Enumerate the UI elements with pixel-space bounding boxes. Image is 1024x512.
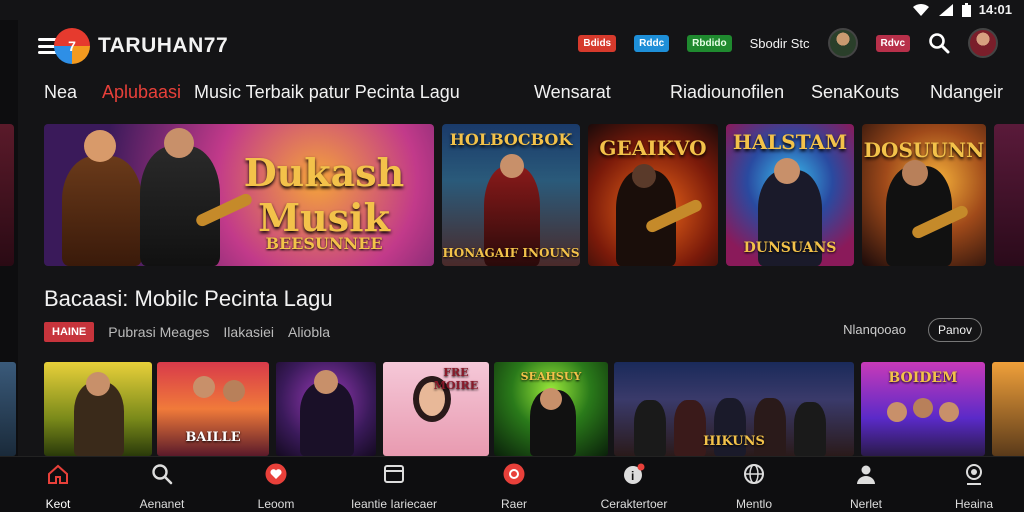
banner-subtitle: BEESUNNEE bbox=[265, 234, 383, 253]
banner-title: HOLBOCBOK bbox=[449, 130, 573, 149]
banner-peek-right[interactable] bbox=[994, 124, 1024, 266]
search-icon[interactable] bbox=[928, 32, 950, 54]
bottom-nav-notifications[interactable]: i Ceraktertoer bbox=[574, 463, 694, 511]
tile-peek-right[interactable] bbox=[992, 362, 1024, 456]
status-time: 14:01 bbox=[978, 2, 1012, 17]
nav-item-headline: Music Terbaik patur Pecinta Lagu bbox=[194, 82, 460, 102]
nav-item-featured[interactable]: Aplubaasi bbox=[102, 82, 181, 103]
bottom-nav-profile[interactable]: Nerlet bbox=[806, 463, 926, 511]
album-tile[interactable]: BAILLE bbox=[157, 362, 269, 456]
battery-icon bbox=[961, 2, 971, 17]
banner-card-2[interactable]: HOLBOCBOK HONAGAIF INOUNS bbox=[442, 124, 580, 266]
svg-text:i: i bbox=[631, 469, 634, 483]
bottom-nav-home[interactable]: Keot bbox=[0, 463, 118, 511]
banner-title: Dukash Musik bbox=[243, 150, 405, 240]
section-tabs: HAINE Pubrasi Meages Ilakasiei Aliobla bbox=[44, 322, 330, 342]
tile-peek-left[interactable] bbox=[0, 362, 16, 456]
banner-title: HALSTAM bbox=[732, 130, 848, 154]
bottom-nav-account[interactable]: Heaina bbox=[914, 463, 1024, 511]
bottom-nav-explore[interactable]: Mentlo bbox=[694, 463, 814, 511]
bottom-nav-record[interactable]: Raer bbox=[454, 463, 574, 511]
home-icon bbox=[48, 464, 68, 484]
album-tile[interactable]: FRE MOIRE bbox=[383, 362, 489, 456]
status-bar: 14:01 bbox=[0, 0, 1024, 20]
record-icon bbox=[503, 463, 525, 485]
app-header: 7 TARUHAN77 Bdids Rddc Rbdido Sbodir Stc… bbox=[38, 22, 998, 70]
account-icon bbox=[966, 464, 982, 485]
banner-card-4[interactable]: HALSTAM DUNSUANS bbox=[726, 124, 854, 266]
banner-featured[interactable]: Dukash Musik BEESUNNEE bbox=[44, 124, 434, 266]
banner-subtitle: HONAGAIF INOUNS bbox=[442, 246, 580, 260]
nav-item-4[interactable]: Wensarat bbox=[534, 82, 611, 103]
nav-item-6[interactable]: SenaKouts bbox=[811, 82, 899, 103]
notification-icon: i bbox=[624, 463, 645, 484]
header-actions: Bdids Rddc Rbdido Sbodir Stc Rdvc bbox=[578, 28, 998, 58]
tab-1[interactable]: Pubrasi Meages bbox=[108, 324, 209, 340]
bottom-nav-search[interactable]: Aenanet bbox=[102, 463, 222, 511]
section-meta[interactable]: Nlanqooao bbox=[843, 322, 906, 337]
bottom-nav-library[interactable]: Ieantie Iariecaer bbox=[334, 463, 454, 511]
banner-title: DOSUUNN bbox=[863, 138, 985, 162]
profile-icon bbox=[857, 465, 875, 484]
nav-item-5[interactable]: Riadiounofilen bbox=[670, 82, 784, 103]
album-tile[interactable]: SEAHSUY bbox=[494, 362, 608, 456]
header-chip-1[interactable]: Bdids bbox=[578, 34, 617, 52]
library-icon bbox=[384, 465, 404, 483]
banner-subtitle: DUNSUANS bbox=[743, 240, 837, 256]
album-tile[interactable] bbox=[44, 362, 152, 456]
signal-icon bbox=[938, 3, 953, 16]
category-nav: Nea Aplubaasi Music Terbaik patur Pecint… bbox=[44, 82, 1003, 106]
bottom-nav: Keot Aenanet Leoom Ieantie Iariecaer Rae… bbox=[0, 456, 1024, 512]
more-button[interactable]: Panov bbox=[928, 318, 982, 342]
nav-item-home[interactable]: Nea bbox=[44, 82, 77, 103]
brand-logo[interactable]: 7 bbox=[54, 28, 90, 64]
avatar[interactable] bbox=[827, 28, 858, 58]
tab-3[interactable]: Aliobla bbox=[288, 324, 330, 340]
album-tile[interactable] bbox=[276, 362, 376, 456]
bottom-nav-favorites[interactable]: Leoom bbox=[216, 463, 336, 511]
banner-card-3[interactable]: GEAIKVO bbox=[588, 124, 718, 266]
tab-active[interactable]: HAINE bbox=[44, 322, 95, 342]
section-title: Bacaasi: Mobilc Pecinta Lagu bbox=[44, 286, 333, 311]
header-chip-2[interactable]: Rddc bbox=[634, 34, 670, 52]
tab-2[interactable]: Ilakasiei bbox=[223, 324, 274, 340]
header-chip-4[interactable]: Rdvc bbox=[875, 34, 910, 52]
header-link[interactable]: Sbodir Stc bbox=[750, 36, 810, 51]
profile-avatar[interactable] bbox=[968, 28, 998, 58]
album-tile[interactable]: BOIDEM bbox=[861, 362, 985, 456]
banner-card-5[interactable]: DOSUUNN bbox=[862, 124, 986, 266]
header-chip-3[interactable]: Rbdido bbox=[687, 34, 732, 52]
globe-icon bbox=[744, 464, 764, 484]
nav-item-7[interactable]: Ndangeir bbox=[930, 82, 1003, 103]
banner-peek-left[interactable] bbox=[0, 124, 14, 266]
heart-icon bbox=[265, 463, 287, 485]
wifi-icon bbox=[912, 3, 929, 16]
banner-title: GEAIKVO bbox=[599, 136, 707, 160]
brand-name: TARUHAN77 bbox=[98, 34, 229, 57]
search-icon bbox=[152, 464, 173, 485]
album-tile-wide[interactable]: HIKUNS bbox=[614, 362, 854, 456]
